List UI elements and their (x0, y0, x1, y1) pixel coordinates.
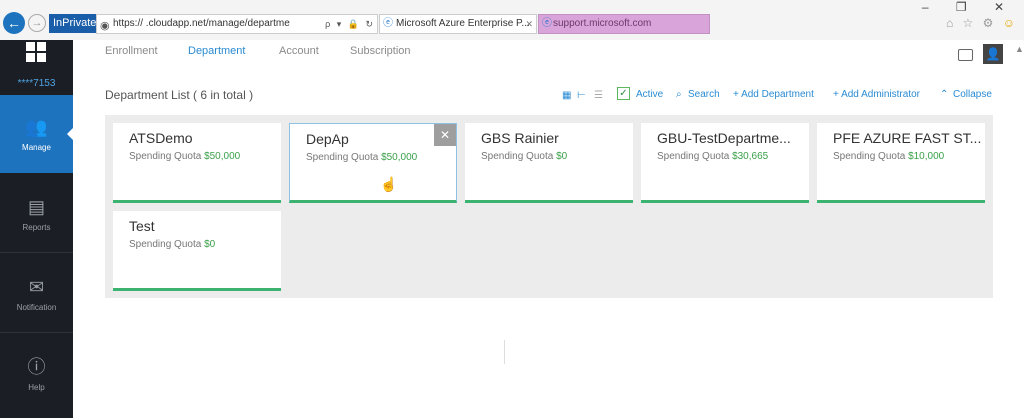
spending-quota: Spending Quota $30,665 (657, 151, 769, 162)
inprivate-badge: InPrivate (49, 14, 101, 33)
quota-amount: $30,665 (732, 151, 769, 162)
tab-department[interactable]: Department (188, 45, 245, 57)
quota-amount: $50,000 (381, 152, 418, 163)
quota-amount: $10,000 (908, 151, 945, 162)
active-filter-label[interactable]: Active (636, 89, 663, 100)
sidebar-item-label: Reports (22, 223, 51, 232)
active-checkbox[interactable]: ✓ (617, 87, 630, 100)
sidebar-item-help[interactable]: ⓘ Help (0, 335, 73, 413)
department-name: ATSDemo (129, 130, 193, 146)
smiley-icon[interactable]: ☺ (1003, 16, 1018, 30)
sidebar-item-reports[interactable]: ▤ Reports (0, 175, 73, 253)
hand-cursor-icon: ☝ (380, 176, 398, 192)
window-controls[interactable]: – ❐ ✕ (922, 0, 1016, 14)
department-card[interactable]: DepAp Spending Quota $50,000 ✕ (289, 123, 457, 203)
department-card[interactable]: GBU-TestDepartme... Spending Quota $30,6… (641, 123, 809, 203)
browser-tab-label: support.microsoft.com (553, 18, 652, 29)
search-link[interactable]: Search (688, 89, 720, 100)
spending-quota: Spending Quota $0 (129, 239, 216, 250)
user-icon[interactable]: 👤 (983, 44, 1003, 64)
department-name: GBU-TestDepartme... (657, 130, 791, 146)
browser-tab-support[interactable]: ⓔ support.microsoft.com (538, 14, 710, 34)
quota-amount: $0 (204, 239, 216, 250)
sidebar-item-notification[interactable]: ✉ Notification (0, 255, 73, 333)
close-icon[interactable]: ✕ (434, 124, 456, 146)
department-card[interactable]: GBS Rainier Spending Quota $0 (465, 123, 633, 203)
browser-tab-azure[interactable]: ⓔ Microsoft Azure Enterprise P... ✕ (379, 14, 537, 34)
list-view-icon[interactable]: ☰ (594, 90, 603, 101)
page-title: Department List ( 6 in total ) (105, 88, 254, 102)
spending-quota: Spending Quota $50,000 (306, 152, 418, 163)
department-name: Test (129, 218, 155, 234)
users-icon: 👥 (25, 117, 48, 137)
active-indicator (67, 127, 74, 141)
chat-icon[interactable] (958, 49, 973, 61)
report-icon: ▤ (27, 197, 45, 217)
browser-toolbar: ← → InPrivate ◉ https:// .cloudapp.net/m… (0, 0, 1024, 40)
divider (504, 340, 505, 364)
spending-quota: Spending Quota $10,000 (833, 151, 945, 162)
add-department-link[interactable]: + Add Department (733, 89, 814, 100)
sidebar: ****7153 👥 Manage ▤ Reports ✉ Notificati… (0, 40, 74, 418)
tab-close-icon[interactable]: ✕ (525, 15, 533, 33)
department-card[interactable]: ATSDemo Spending Quota $50,000 (113, 123, 281, 203)
browser-tab-label: Microsoft Azure Enterprise P... (396, 18, 530, 29)
department-name: GBS Rainier (481, 130, 559, 146)
back-button[interactable]: ← (3, 12, 25, 34)
scroll-up-icon[interactable]: ▲ (1015, 44, 1024, 54)
quota-amount: $0 (556, 151, 568, 162)
collapse-link[interactable]: Collapse (953, 89, 992, 100)
sidebar-item-label: Help (28, 383, 45, 392)
tile-view-icon[interactable]: ▦ (562, 90, 571, 101)
forward-button[interactable]: → (28, 14, 46, 32)
sidebar-item-label: Manage (22, 143, 51, 152)
department-name: PFE AZURE FAST ST... (833, 130, 982, 146)
tree-view-icon[interactable]: ⊢ (577, 90, 586, 101)
spending-quota: Spending Quota $0 (481, 151, 568, 162)
mail-icon: ✉ (28, 277, 45, 297)
windows-logo-icon[interactable] (26, 42, 46, 62)
ie-icon: ⓔ (542, 18, 552, 29)
tab-account[interactable]: Account (279, 45, 319, 57)
address-bar-icons[interactable]: ρ ▾ 🔒 ↻ (325, 15, 375, 33)
search-icon[interactable]: ⌕ (676, 89, 682, 100)
tab-enrollment[interactable]: Enrollment (105, 45, 158, 57)
page-icon: ◉ (100, 20, 110, 32)
spending-quota: Spending Quota $50,000 (129, 151, 241, 162)
chevron-up-icon[interactable]: ⌃ (940, 89, 948, 100)
address-bar[interactable]: ◉ https:// .cloudapp.net/manage/departme… (96, 14, 378, 34)
url-text[interactable]: https:// .cloudapp.net/manage/departme (113, 15, 290, 33)
department-card[interactable]: PFE AZURE FAST ST... Spending Quota $10,… (817, 123, 985, 203)
account-id: ****7153 (17, 78, 56, 89)
sidebar-item-manage[interactable]: 👥 Manage (0, 95, 74, 173)
tab-subscription[interactable]: Subscription (350, 45, 411, 57)
add-administrator-link[interactable]: + Add Administrator (833, 89, 920, 100)
department-grid: ATSDemo Spending Quota $50,000 DepAp Spe… (105, 115, 993, 298)
help-icon: ⓘ (27, 357, 46, 377)
ie-icon: ⓔ (383, 18, 393, 29)
department-card[interactable]: Test Spending Quota $0 (113, 211, 281, 291)
quota-amount: $50,000 (204, 151, 241, 162)
sidebar-item-label: Notification (16, 303, 57, 312)
browser-tool-icons[interactable]: ⌂ ☆ ⚙ ☺ (946, 16, 1018, 30)
